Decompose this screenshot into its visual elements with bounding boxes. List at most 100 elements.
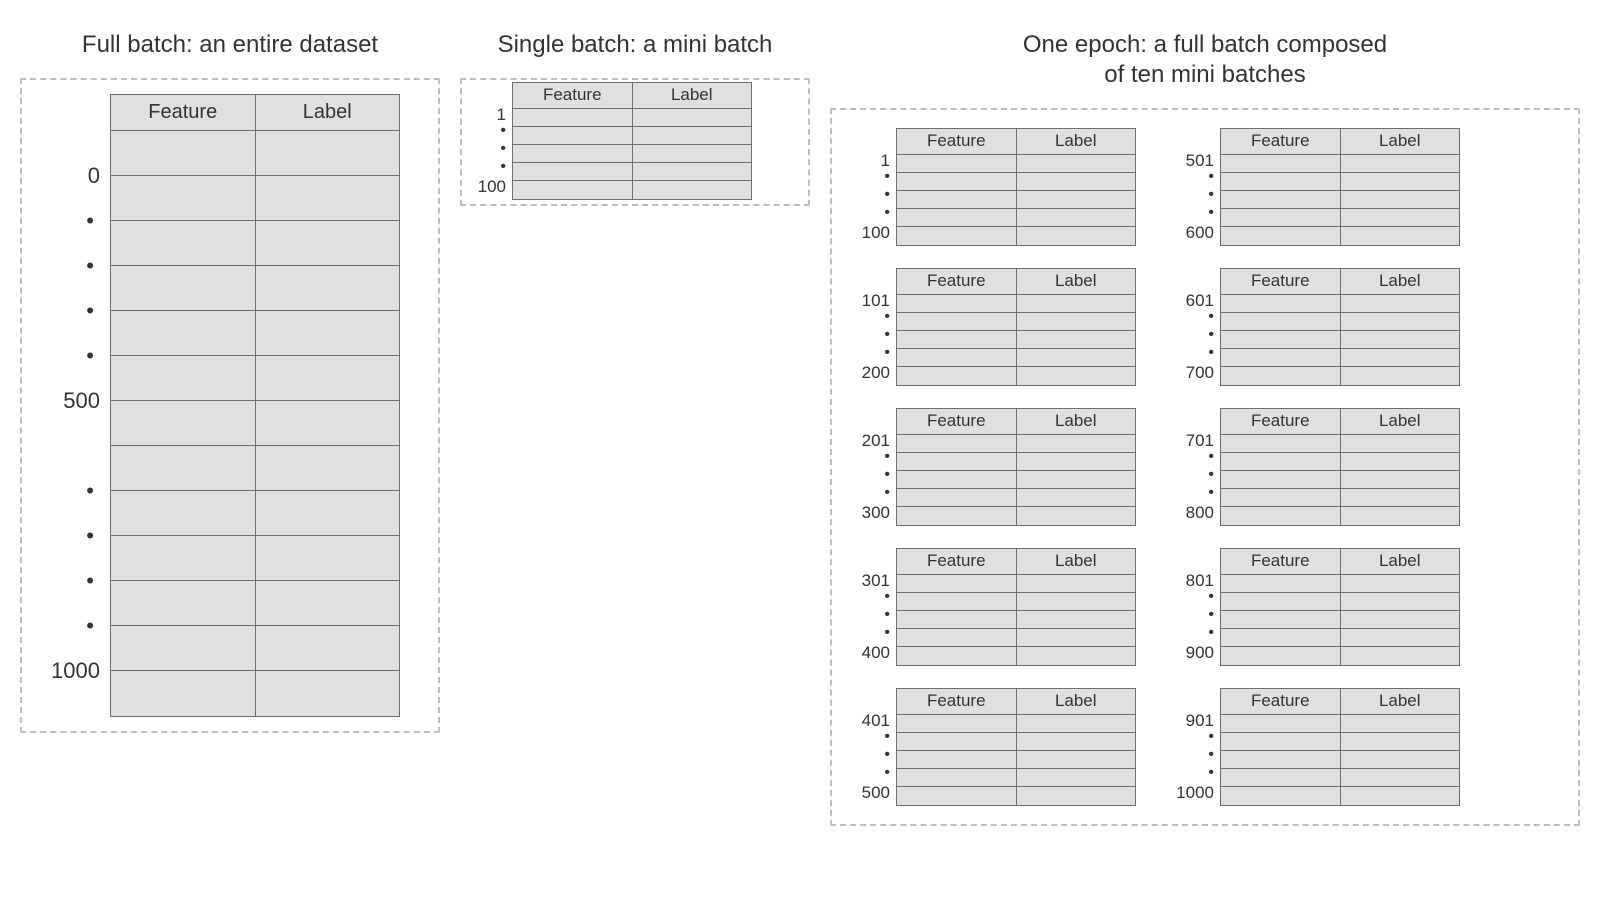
col-header-feature: Feature (897, 269, 1017, 294)
col-header-label: Label (1017, 129, 1136, 154)
table-row (897, 489, 1135, 507)
col-header-label: Label (256, 95, 400, 130)
mini-row-labels: 601•••700 (1176, 268, 1220, 386)
table-row (897, 227, 1135, 245)
mini-batch: 1•••100FeatureLabel (852, 128, 1136, 246)
full-batch-table: Feature Label (110, 94, 400, 717)
table-row (897, 191, 1135, 209)
col-header-feature: Feature (897, 549, 1017, 574)
table-row (897, 155, 1135, 173)
mini-batch: 901•••1000FeatureLabel (1176, 688, 1460, 806)
mini-batch-table: FeatureLabel (896, 688, 1136, 806)
ellipsis-dot: • (1176, 206, 1214, 224)
mini-row-labels: 801•••900 (1176, 548, 1220, 666)
table-row (1221, 733, 1459, 751)
col-header-label: Label (1017, 269, 1136, 294)
epoch-col-left: 1•••100FeatureLabel101•••200FeatureLabel… (852, 128, 1136, 806)
mini-batch-table: FeatureLabel (1220, 408, 1460, 526)
table-row (1221, 331, 1459, 349)
full-batch-title: Full batch: an entire dataset (20, 30, 440, 60)
table-row (1221, 349, 1459, 367)
epoch-title: One epoch: a full batch composed of ten … (830, 30, 1580, 90)
mini-row-labels: 301•••400 (852, 548, 896, 666)
mini-batch: 601•••700FeatureLabel (1176, 268, 1460, 386)
table-row (897, 647, 1135, 665)
col-header-feature: Feature (513, 83, 633, 108)
mini-row-end: 300 (852, 504, 890, 522)
table-row (897, 733, 1135, 751)
col-header-feature: Feature (897, 689, 1017, 714)
table-row (1221, 155, 1459, 173)
mini-row-labels: 401•••500 (852, 688, 896, 806)
mini-row-end: 200 (852, 364, 890, 382)
full-row-end: 1000 (30, 648, 110, 693)
col-header-label: Label (1341, 689, 1460, 714)
table-row (1221, 575, 1459, 593)
col-header-feature: Feature (897, 129, 1017, 154)
col-header-feature: Feature (1221, 269, 1341, 294)
ellipsis-dot: • (852, 486, 890, 504)
mini-batch-table: FeatureLabel (896, 408, 1136, 526)
table-row (1221, 295, 1459, 313)
col-header-feature: Feature (1221, 409, 1341, 434)
mini-batch: 201•••300FeatureLabel (852, 408, 1136, 526)
table-row (1221, 453, 1459, 471)
ellipsis-dot: • (1176, 346, 1214, 364)
table-row (1221, 787, 1459, 805)
table-row (1221, 435, 1459, 453)
col-header-label: Label (1017, 549, 1136, 574)
col-header-label: Label (633, 83, 752, 108)
ellipsis-dot: • (852, 206, 890, 224)
mini-row-labels: 201•••300 (852, 408, 896, 526)
ellipsis-dot: • (852, 346, 890, 364)
mini-row-end: 700 (1176, 364, 1214, 382)
table-row (897, 507, 1135, 525)
epoch-box: 1•••100FeatureLabel101•••200FeatureLabel… (830, 108, 1580, 826)
col-header-feature: Feature (897, 409, 1017, 434)
table-row (1221, 173, 1459, 191)
table-row (1221, 227, 1459, 245)
table-row (1221, 191, 1459, 209)
mini-batch: 301•••400FeatureLabel (852, 548, 1136, 666)
table-row (1221, 489, 1459, 507)
mini-batch-table: FeatureLabel (1220, 268, 1460, 386)
full-batch-row-labels: 0 • • • • 500 • • • • 1000 (30, 94, 110, 717)
mini-batch-table: FeatureLabel (896, 548, 1136, 666)
epoch-col-right: 501•••600FeatureLabel601•••700FeatureLab… (1176, 128, 1460, 806)
table-row (897, 173, 1135, 191)
table-row (897, 629, 1135, 647)
single-row-end: 100 (468, 178, 506, 196)
table-row (897, 787, 1135, 805)
single-batch-panel: Single batch: a mini batch 1 • • • 100 F… (460, 30, 810, 206)
mini-batch: 801•••900FeatureLabel (1176, 548, 1460, 666)
single-batch-title: Single batch: a mini batch (460, 30, 810, 60)
table-row (897, 313, 1135, 331)
mini-batch: 101•••200FeatureLabel (852, 268, 1136, 386)
col-header-label: Label (1341, 269, 1460, 294)
mini-row-end: 1000 (1176, 784, 1214, 802)
mini-batch-table: FeatureLabel (896, 128, 1136, 246)
table-row (897, 453, 1135, 471)
full-batch-panel: Full batch: an entire dataset 0 • • • • … (20, 30, 440, 733)
mini-batch-table: FeatureLabel (1220, 548, 1460, 666)
ellipsis-dot: • (30, 468, 110, 513)
ellipsis-dot: • (30, 288, 110, 333)
table-row (1221, 629, 1459, 647)
single-row-labels: 1 • • • 100 (468, 82, 512, 200)
ellipsis-dot: • (30, 243, 110, 288)
col-header-feature: Feature (1221, 689, 1341, 714)
table-row (1221, 313, 1459, 331)
table-row (897, 331, 1135, 349)
table-row (1221, 471, 1459, 489)
col-header-feature: Feature (1221, 129, 1341, 154)
mini-row-end: 600 (1176, 224, 1214, 242)
ellipsis-dot: • (30, 198, 110, 243)
ellipsis-dot: • (30, 603, 110, 648)
table-row (1221, 647, 1459, 665)
ellipsis-dot: • (852, 766, 890, 784)
table-row (897, 751, 1135, 769)
table-row (1221, 769, 1459, 787)
table-row (1221, 367, 1459, 385)
col-header-label: Label (1341, 409, 1460, 434)
mini-row-labels: 701•••800 (1176, 408, 1220, 526)
